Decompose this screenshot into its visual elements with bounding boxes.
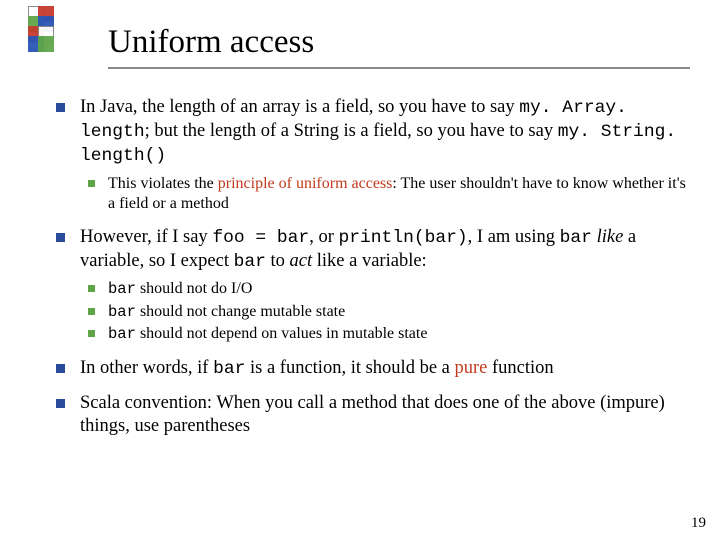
emph: principle of uniform access	[218, 175, 393, 192]
text: In other words, if	[80, 358, 213, 378]
text: This violates the	[108, 175, 218, 192]
text: should not change mutable state	[136, 303, 345, 320]
text: In Java, the length of an array is a fie…	[80, 97, 519, 117]
bullet-2-sub-2: bar should not change mutable state	[80, 302, 690, 322]
code: bar	[108, 280, 136, 298]
text: ; but the length of a String is a field,…	[145, 121, 558, 141]
code: bar	[213, 359, 245, 379]
bullet-1-sub: This violates the principle of uniform a…	[80, 174, 690, 214]
text: should not do I/O	[136, 280, 252, 297]
slide-title: Uniform access	[108, 24, 690, 61]
text: However, if I say	[80, 227, 212, 247]
text: like a variable:	[312, 251, 427, 271]
title-bar: Uniform access	[108, 24, 690, 69]
text: function	[487, 358, 553, 378]
code: foo = bar	[212, 228, 309, 248]
text: should not depend on values in mutable s…	[136, 325, 428, 342]
emph: pure	[455, 358, 488, 378]
text: to	[266, 251, 290, 271]
code: bar	[234, 252, 266, 272]
italic: like	[597, 227, 624, 247]
italic: act	[290, 251, 313, 271]
code: println(bar)	[339, 228, 468, 248]
bullet-2-sub-3: bar should not depend on values in mutab…	[80, 324, 690, 344]
bullet-2: However, if I say foo = bar, or println(…	[50, 226, 690, 345]
text: , I am using	[468, 227, 560, 247]
bullet-2-sub-1: bar should not do I/O	[80, 279, 690, 299]
text: , or	[309, 227, 338, 247]
code: bar	[108, 325, 136, 343]
bullet-1: In Java, the length of an array is a fie…	[50, 96, 690, 214]
text: is a function, it should be a	[245, 358, 454, 378]
code: bar	[108, 303, 136, 321]
text: Scala convention: When you call a method…	[80, 393, 665, 436]
code: bar	[560, 228, 592, 248]
logo-squares-icon	[28, 6, 70, 62]
bullet-4: Scala convention: When you call a method…	[50, 392, 690, 437]
slide-body: In Java, the length of an array is a fie…	[50, 96, 690, 450]
bullet-3: In other words, if bar is a function, it…	[50, 357, 690, 381]
page-number: 19	[691, 515, 706, 532]
slide: Uniform access In Java, the length of an…	[0, 0, 720, 540]
